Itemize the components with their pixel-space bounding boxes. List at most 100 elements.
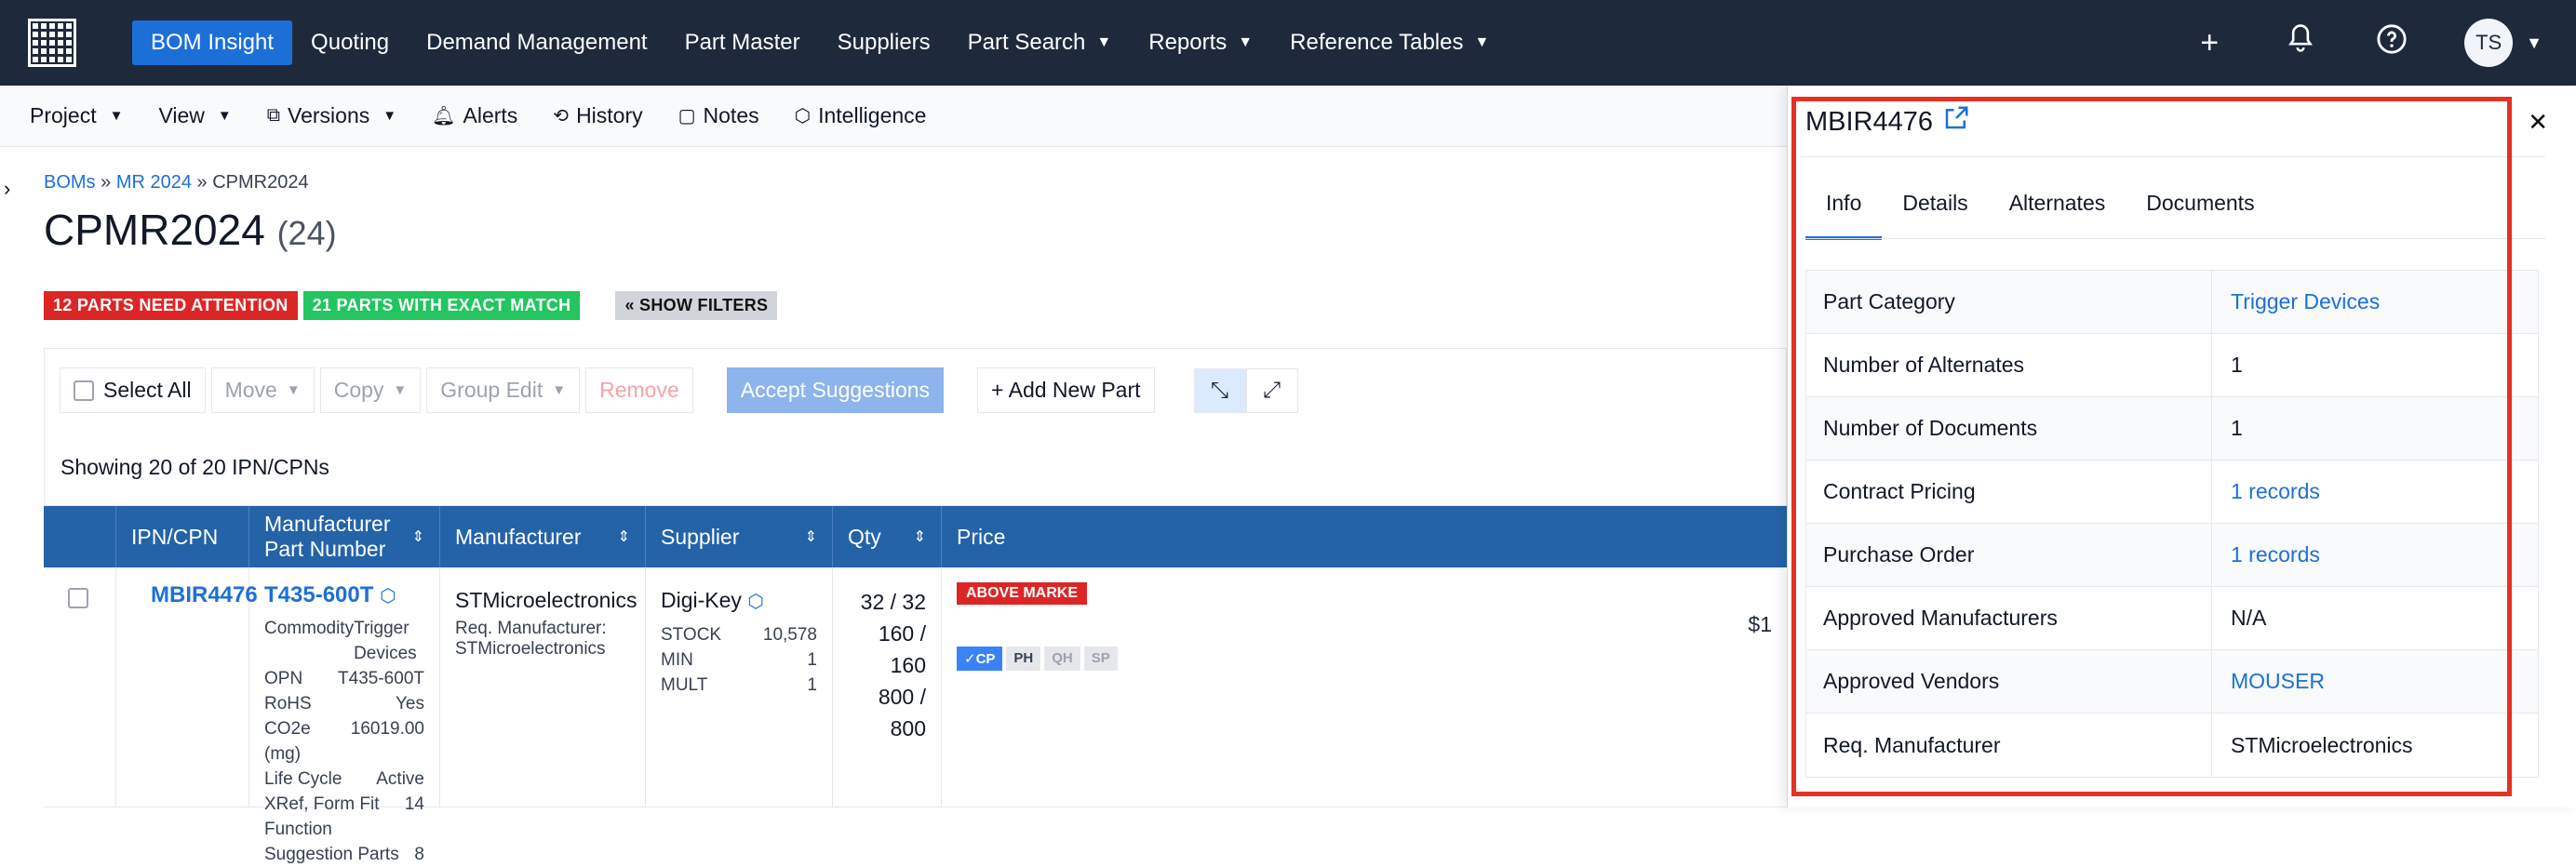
mpn-link[interactable]: T435-600T ⬡ bbox=[264, 582, 424, 608]
history-button[interactable]: ⟲ History bbox=[553, 103, 642, 128]
tab-info[interactable]: Info bbox=[1805, 181, 1883, 240]
info-value-link[interactable]: 1 records bbox=[2212, 460, 2538, 523]
info-value: N/A bbox=[2231, 606, 2267, 630]
plus-icon[interactable]: + bbox=[2191, 25, 2228, 61]
exact-match-badge[interactable]: 21 PARTS WITH EXACT MATCH bbox=[302, 291, 581, 320]
row-select-cell bbox=[44, 567, 116, 807]
sort-icon[interactable]: ⇕ bbox=[412, 527, 424, 546]
info-value-link[interactable]: Trigger Devices bbox=[2212, 271, 2538, 333]
attention-badge[interactable]: 12 PARTS NEED ATTENTION bbox=[44, 291, 298, 320]
tab-alternates[interactable]: Alternates bbox=[1989, 181, 2127, 240]
remove-button[interactable]: Remove bbox=[585, 367, 693, 413]
group-edit-button[interactable]: Group Edit ▼ bbox=[426, 367, 581, 413]
external-link-icon[interactable] bbox=[1942, 104, 1970, 140]
detail-key: Life Cycle bbox=[264, 769, 342, 789]
show-filters-button[interactable]: « SHOW FILTERS bbox=[615, 291, 778, 320]
page-title-count: (24) bbox=[276, 214, 337, 252]
header-supplier[interactable]: Supplier ⇕ bbox=[646, 506, 833, 567]
above-market-badge: ABOVE MARKE bbox=[957, 582, 1088, 605]
detail-xref: XRef, Form Fit Function 14 bbox=[264, 792, 424, 842]
nav-item-reference-tables[interactable]: Reference Tables ▼ bbox=[1271, 20, 1508, 65]
sort-icon[interactable]: ⇕ bbox=[618, 527, 630, 546]
breadcrumb-link-mr-2024[interactable]: MR 2024 bbox=[116, 172, 192, 193]
view-menu[interactable]: View ▼ bbox=[158, 103, 231, 128]
chip-cp[interactable]: ✓CP bbox=[957, 647, 1003, 671]
view-density-toggle: ⤡ ⤢ bbox=[1193, 367, 1298, 413]
select-all-button[interactable]: Select All bbox=[60, 367, 206, 413]
cube-icon[interactable]: ⬡ bbox=[380, 586, 396, 607]
detail-value: Trigger Devices bbox=[354, 619, 417, 663]
supplier-name[interactable]: Digi-Key ⬡ bbox=[661, 588, 817, 613]
result-count: Showing 20 of 20 IPN/CPNs bbox=[44, 432, 1787, 506]
tab-details[interactable]: Details bbox=[1882, 181, 1988, 240]
panel-title-text: MBIR4476 bbox=[1805, 106, 1934, 137]
info-value-link[interactable]: MOUSER bbox=[2212, 650, 2538, 713]
alerts-button[interactable]: 🔔︎ Alerts bbox=[432, 103, 517, 128]
info-value-link[interactable]: 1 records bbox=[2212, 524, 2538, 586]
accept-suggestions-button[interactable]: Accept Suggestions bbox=[726, 367, 945, 413]
cube-icon[interactable]: ⬡ bbox=[747, 592, 763, 612]
chip-sp[interactable]: SP bbox=[1083, 647, 1118, 671]
info-row-contract-pricing: Contract Pricing 1 records bbox=[1806, 460, 2538, 524]
nav-item-label: Part Master bbox=[684, 30, 800, 55]
stat-value: 10,578 bbox=[762, 625, 817, 645]
add-new-part-button[interactable]: + Add New Part bbox=[977, 367, 1155, 413]
qty-break: 800 / 800 bbox=[878, 685, 926, 740]
ipn-link[interactable]: MBIR4476 bbox=[151, 582, 258, 608]
chevron-down-icon: ▼ bbox=[382, 108, 397, 124]
nav-item-part-search[interactable]: Part Search ▼ bbox=[949, 20, 1131, 65]
nav-item-quoting[interactable]: Quoting bbox=[292, 20, 408, 65]
breadcrumb-separator: » bbox=[196, 172, 208, 193]
detail-value: 14 bbox=[404, 794, 424, 814]
copy-button[interactable]: Copy ▼ bbox=[319, 367, 422, 413]
sidebar-expand-chevron-icon[interactable]: › bbox=[4, 177, 10, 201]
notes-button[interactable]: ▢ Notes bbox=[678, 103, 759, 128]
collapse-rows-icon[interactable]: ⤡ bbox=[1193, 367, 1246, 413]
project-menu[interactable]: Project ▼ bbox=[30, 103, 123, 128]
versions-menu[interactable]: ⧉ Versions ▼ bbox=[267, 103, 396, 128]
detail-opn: OPN T435-600T bbox=[264, 666, 424, 691]
header-price[interactable]: Price bbox=[942, 506, 1787, 567]
nav-item-bom-insight[interactable]: BOM Insight bbox=[132, 20, 293, 65]
select-all-checkbox[interactable] bbox=[74, 380, 94, 401]
row-checkbox[interactable] bbox=[68, 588, 88, 608]
header-mpn[interactable]: Manufacturer Part Number ⇕ bbox=[249, 506, 440, 567]
nav-item-reports[interactable]: Reports ▼ bbox=[1130, 20, 1271, 65]
chip-qh[interactable]: QH bbox=[1044, 647, 1080, 671]
sort-icon[interactable]: ⇕ bbox=[805, 527, 817, 546]
manufacturer-name: STMicroelectronics bbox=[455, 588, 637, 612]
detail-co2e: CO2e (mg) 16019.00 bbox=[264, 716, 424, 767]
remove-label: Remove bbox=[599, 378, 679, 402]
nav-item-label: Part Search bbox=[967, 30, 1086, 55]
intelligence-button[interactable]: ⬡ Intelligence bbox=[795, 103, 927, 128]
expand-rows-icon[interactable]: ⤢ bbox=[1245, 367, 1298, 413]
header-ipn-cpn[interactable]: IPN/CPN bbox=[116, 506, 249, 567]
stat-key: STOCK bbox=[661, 625, 722, 645]
supplier-cell: Digi-Key ⬡ STOCK 10,578 MIN 1 MULT 1 bbox=[646, 567, 833, 807]
close-icon[interactable]: ✕ bbox=[2528, 108, 2548, 137]
chip-ph[interactable]: PH bbox=[1006, 647, 1041, 671]
header-manufacturer[interactable]: Manufacturer ⇕ bbox=[440, 506, 646, 567]
help-circle-icon[interactable] bbox=[2373, 23, 2410, 63]
header-qty[interactable]: Qty ⇕ bbox=[833, 506, 942, 567]
price-cell: ABOVE MARKE $1 ✓CP PH QH SP bbox=[942, 567, 1787, 807]
move-button[interactable]: Move ▼ bbox=[210, 367, 315, 413]
cube-icon: ⬡ bbox=[794, 106, 812, 127]
nav-item-suppliers[interactable]: Suppliers bbox=[819, 20, 949, 65]
tab-documents[interactable]: Documents bbox=[2126, 181, 2274, 240]
table-row[interactable]: MBIR4476 T435-600T ⬡ Commodity Trigger De… bbox=[44, 567, 1787, 864]
project-menu-label: Project bbox=[30, 103, 97, 127]
detail-commodity: Commodity Trigger Devices bbox=[264, 616, 424, 666]
supplier-mult: MULT 1 bbox=[661, 673, 817, 698]
breadcrumb-link-boms[interactable]: BOMs bbox=[44, 172, 96, 193]
app-grid-logo-icon[interactable] bbox=[28, 19, 76, 67]
nav-item-demand-management[interactable]: Demand Management bbox=[408, 20, 665, 65]
req-manufacturer-label: Req. Manufacturer: bbox=[455, 619, 607, 638]
page-title-text: CPMR2024 bbox=[44, 206, 265, 254]
sort-icon[interactable]: ⇕ bbox=[914, 527, 926, 546]
info-key: Req. Manufacturer bbox=[1806, 714, 2212, 777]
user-menu[interactable]: TS ▼ bbox=[2464, 19, 2542, 67]
bell-icon[interactable] bbox=[2282, 23, 2319, 63]
info-value: 1 bbox=[2231, 353, 2243, 377]
nav-item-part-master[interactable]: Part Master bbox=[666, 20, 819, 65]
